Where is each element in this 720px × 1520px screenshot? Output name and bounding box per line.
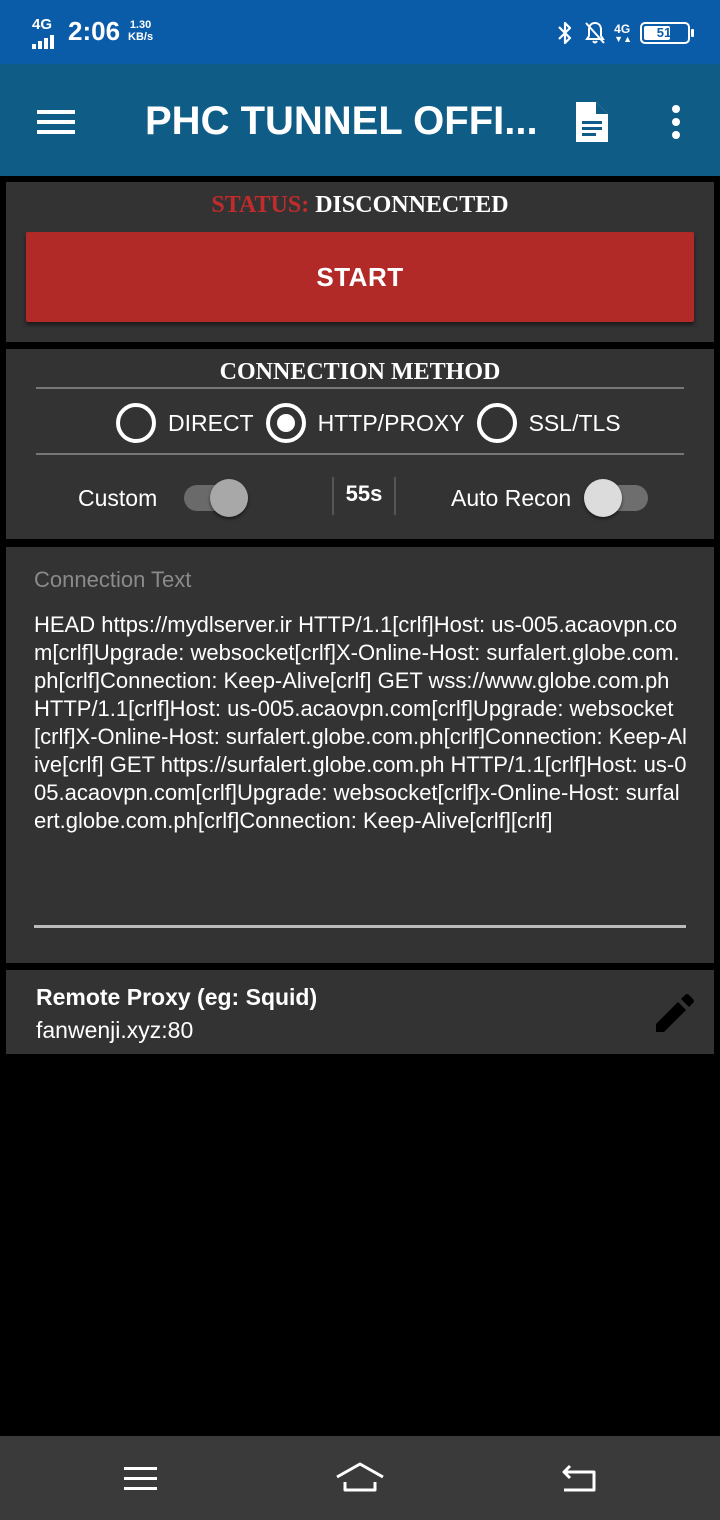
document-button[interactable] — [568, 96, 616, 148]
radio-ssl-tls[interactable]: SSL/TLS — [476, 403, 621, 443]
network-type-label: 4G — [32, 16, 53, 33]
pencil-icon — [656, 994, 694, 1032]
connection-text-card: Connection Text HEAD https://mydlserver.… — [6, 547, 714, 963]
divider — [394, 477, 396, 515]
battery-level: 51 — [656, 25, 672, 40]
radio-unchecked-icon — [476, 403, 517, 443]
system-status-bar: 4G 2:06 1.30 KB/s 4G ▼▲ 51 — [0, 0, 720, 64]
nav-recents-button[interactable] — [112, 1452, 168, 1504]
remote-proxy-label: Remote Proxy (eg: Squid) — [36, 984, 318, 1010]
nav-back-icon — [562, 1464, 596, 1492]
mobile-data-indicator: 4G ▼▲ — [614, 21, 632, 44]
custom-switch[interactable] — [184, 479, 248, 517]
mobile-data-label: 4G — [614, 21, 631, 36]
options-row: Custom 55s Auto Recon — [6, 473, 714, 521]
divider — [36, 387, 684, 389]
nav-home-icon — [336, 1462, 384, 1492]
nav-menu-icon — [124, 1467, 157, 1490]
system-navigation-bar — [0, 1436, 720, 1520]
radio-label: DIRECT — [168, 409, 254, 436]
radio-label: SSL/TLS — [528, 409, 621, 436]
auto-reconnect-switch[interactable] — [584, 479, 648, 517]
connection-text-label: Connection Text — [34, 567, 192, 592]
switch-knob — [210, 479, 248, 517]
connection-method-options: DIRECT HTTP/PROXY SSL/TLS — [116, 403, 633, 443]
radio-unchecked-icon — [116, 403, 156, 443]
radio-checked-icon — [265, 403, 306, 443]
status-value: DISCONNECTED — [315, 192, 509, 218]
nav-home-button[interactable] — [332, 1452, 388, 1504]
menu-button[interactable] — [26, 92, 86, 148]
remote-proxy-card[interactable]: Remote Proxy (eg: Squid) fanwenji.xyz:80 — [6, 970, 714, 1054]
divider — [36, 453, 684, 455]
remote-proxy-value: fanwenji.xyz:80 — [36, 1017, 194, 1043]
speed-unit: KB/s — [128, 31, 154, 43]
radio-direct[interactable]: DIRECT — [116, 403, 254, 443]
auto-reconnect-label: Auto Recon — [451, 485, 572, 511]
connection-text-input[interactable]: HEAD https://mydlserver.ir HTTP/1.1[crlf… — [34, 611, 689, 835]
radio-http-proxy[interactable]: HTTP/PROXY — [265, 403, 465, 443]
timer-value: 55s — [345, 481, 383, 506]
edit-proxy-button[interactable] — [646, 988, 698, 1040]
input-underline — [34, 925, 686, 928]
nav-back-button[interactable] — [552, 1452, 608, 1504]
app-title: PHC TUNNEL OFFI... — [145, 99, 538, 143]
connection-method-card: CONNECTION METHOD DIRECT HTTP/PROXY SSL/… — [6, 349, 714, 539]
more-vert-icon — [672, 105, 680, 139]
connection-method-title: CONNECTION METHOD — [219, 359, 501, 385]
battery-icon: 51 — [640, 22, 694, 44]
more-options-button[interactable] — [660, 96, 692, 148]
status-label: STATUS: — [211, 192, 310, 218]
cellular-signal-icon: 4G — [30, 16, 56, 49]
app-toolbar: PHC TUNNEL OFFI... — [0, 64, 720, 176]
network-speed: 1.30 KB/s — [128, 19, 153, 43]
start-button[interactable]: START — [26, 232, 694, 322]
notifications-off-icon — [585, 21, 606, 44]
status-card: STATUS: DISCONNECTED START — [6, 182, 714, 342]
connection-status: STATUS: DISCONNECTED — [6, 192, 714, 219]
custom-label: Custom — [78, 485, 158, 511]
document-icon — [576, 102, 608, 142]
switch-knob — [584, 479, 622, 517]
radio-label: HTTP/PROXY — [317, 409, 465, 436]
menu-icon — [37, 110, 75, 134]
clock: 2:06 — [68, 16, 121, 46]
speed-value: 1.30 — [129, 19, 152, 31]
bluetooth-icon — [558, 21, 572, 45]
